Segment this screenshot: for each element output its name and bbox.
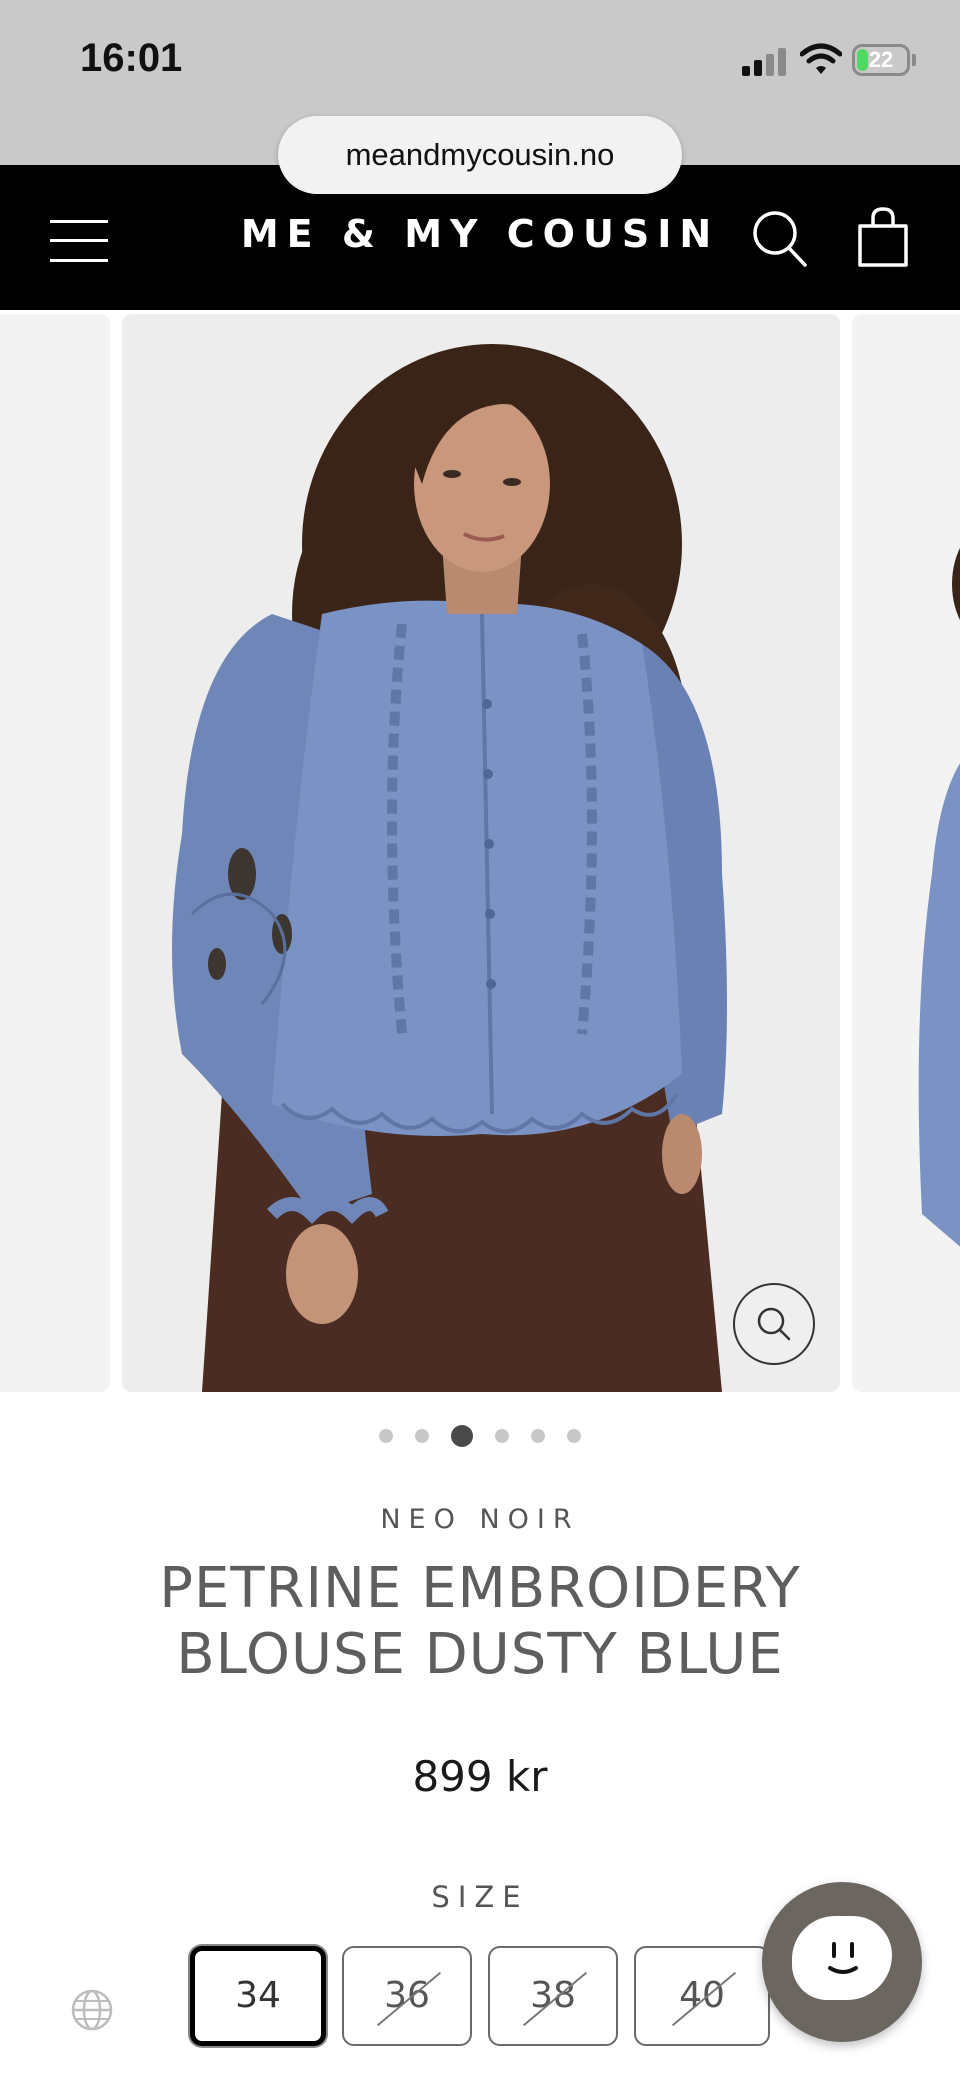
size-option-34[interactable]: 34 [190,1946,326,2046]
size-option-label: 34 [235,1975,281,2016]
magnifier-icon [757,1307,791,1341]
wifi-icon [800,43,842,74]
gallery-dot[interactable] [567,1429,581,1443]
product-title: PETRINE EMBROIDERY BLOUSE DUSTY BLUE [60,1556,900,1688]
next-slide-preview [918,548,960,1247]
gallery-dot[interactable] [451,1425,473,1447]
status-time: 16:01 [80,36,183,80]
battery-tip [912,54,916,66]
product-photo [122,314,840,1392]
chat-face-icon [792,1916,892,2000]
brand-logo[interactable]: ME & MY COUSIN [200,212,760,256]
chat-button[interactable] [762,1882,922,2042]
globe-icon[interactable] [70,1988,114,2032]
size-option-label: 40 [679,1975,725,2016]
gallery-slide-next[interactable] [852,314,960,1392]
size-option-label: 38 [530,1975,576,2016]
shopping-bag-icon[interactable] [856,206,910,268]
gallery-dot[interactable] [531,1429,545,1443]
gallery-dot[interactable] [415,1429,429,1443]
size-option-36[interactable]: 36 [342,1946,472,2046]
gallery-dot[interactable] [495,1429,509,1443]
size-option-38[interactable]: 38 [488,1946,618,2046]
product-price: 899 kr [412,1752,548,1801]
product-title-line-2: BLOUSE DUSTY BLUE [176,1622,784,1687]
size-option-label: 36 [384,1975,430,2016]
zoom-button[interactable] [733,1283,815,1365]
product-vendor[interactable]: NEO NOIR [0,1504,960,1535]
address-bar[interactable]: meandmycousin.no [278,116,682,194]
chat-face-glyph [828,1942,858,1974]
menu-icon[interactable] [50,220,108,262]
product-gallery[interactable] [0,314,960,1392]
gallery-dot[interactable] [379,1429,393,1443]
battery-icon: 22 [852,44,910,76]
product-title-line-1: PETRINE EMBROIDERY [159,1556,801,1621]
gallery-slide-previous[interactable] [0,314,110,1392]
gallery-pagination[interactable] [0,1424,960,1448]
search-icon[interactable] [752,210,808,268]
battery-level: 22 [868,47,894,72]
cellular-signal-icon [742,46,788,76]
gallery-slide-current[interactable] [122,314,840,1392]
size-option-40[interactable]: 40 [634,1946,770,2046]
